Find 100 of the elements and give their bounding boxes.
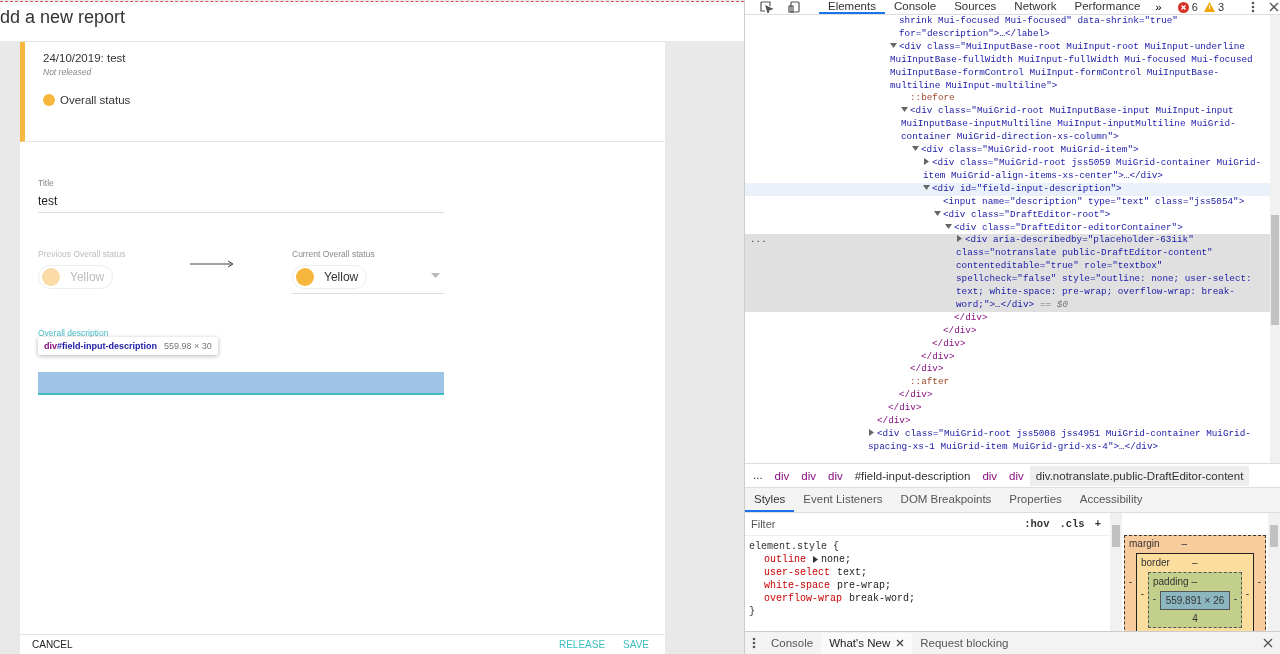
css-value[interactable]: break-word;: [849, 592, 916, 605]
css-value[interactable]: pre-wrap;: [837, 579, 892, 592]
expand-toggle-icon[interactable]: [901, 106, 908, 114]
close-icon[interactable]: [896, 639, 905, 647]
styles-tab[interactable]: Accessibility: [1070, 488, 1152, 512]
style-toolbar-button[interactable]: :hov: [1019, 518, 1055, 530]
expand-toggle-icon[interactable]: [813, 556, 818, 563]
breadcrumb[interactable]: #field-input-description: [848, 465, 977, 486]
release-state: Not released: [43, 67, 93, 77]
css-value[interactable]: none;: [821, 553, 852, 566]
title-field[interactable]: test: [38, 194, 444, 208]
status-chip[interactable]: Yellow: [292, 265, 368, 289]
menu-icon[interactable]: [1251, 1, 1255, 13]
css-brace: }: [749, 605, 756, 618]
scrollbar[interactable]: [1270, 15, 1280, 463]
pseudo-element[interactable]: ::before: [745, 92, 1270, 106]
closing-tag: </div>: [745, 415, 1270, 428]
inspect-icon[interactable]: [760, 1, 774, 13]
drawer-tab[interactable]: Console: [763, 632, 822, 654]
expand-toggle-icon[interactable]: [923, 183, 930, 191]
devtools-tab[interactable]: Sources: [945, 0, 1006, 14]
scrollbar-thumb[interactable]: [1271, 215, 1279, 325]
menu-icon[interactable]: [752, 637, 756, 649]
devtools-tab[interactable]: Console: [884, 0, 946, 14]
closing-tag: </div>: [745, 350, 1270, 364]
styles-tab[interactable]: Properties: [1000, 488, 1071, 512]
caret-icon: [431, 272, 440, 278]
style-toolbar-button[interactable]: +: [1089, 518, 1106, 530]
box-value: 4: [1191, 612, 1199, 626]
pseudo-element[interactable]: ::after: [745, 376, 1270, 390]
css-value[interactable]: text;: [837, 566, 868, 579]
box-value: -: [1151, 592, 1158, 604]
scrollbar[interactable]: [1110, 513, 1122, 631]
breadcrumb[interactable]: ...: [747, 464, 769, 487]
closing-tag: </div>: [745, 311, 1270, 325]
styles-tab[interactable]: Event Listeners: [794, 488, 892, 512]
box-label: border: [1141, 557, 1170, 568]
closing-tag: </div>: [745, 324, 1270, 338]
drawer-tab[interactable]: Request blocking: [912, 632, 1017, 654]
closing-tag: </div>: [745, 363, 1270, 377]
dom-node[interactable]: <div class="MuiGrid-root MuiInputBase-input MuiInput-input MuiInputBase-inputMultiline MuiInput-inputMultiline MuiGrid-container MuiGrid-direction-xs-column">: [745, 105, 1270, 145]
box-label: padding: [1153, 576, 1189, 587]
report-title: 24/10/2019: test: [43, 52, 127, 64]
style-toolbar-button[interactable]: .cls: [1054, 518, 1090, 530]
dom-node[interactable]: <div class="MuiGrid-root jss5008 jss4951 MuiGrid-container MuiGrid-spacing-xs-1 MuiGrid-item MuiGrid-grid-xs-4">…</div>: [745, 428, 1270, 454]
device-icon[interactable]: [788, 1, 800, 13]
scrollbar-thumb[interactable]: [1112, 525, 1120, 547]
breadcrumb[interactable]: div: [768, 465, 796, 486]
styles-tab[interactable]: Styles: [745, 488, 795, 512]
status-select[interactable]: Yellow: [292, 261, 444, 294]
close-icon[interactable]: [1269, 2, 1279, 12]
field-label: Current Overall status: [292, 249, 375, 259]
devtools-tab[interactable]: Network: [1005, 0, 1066, 14]
closing-tag: </div>: [745, 337, 1270, 351]
field-label: Title: [38, 178, 54, 188]
devtools-tab[interactable]: Performance: [1065, 0, 1150, 14]
field-label: Previous Overall status: [38, 249, 126, 259]
box-value: -: [1232, 592, 1239, 604]
css-property[interactable]: outline: [764, 553, 806, 566]
breadcrumb[interactable]: div: [976, 465, 1004, 486]
status-chip: Yellow: [38, 265, 114, 289]
warning-count[interactable]: 3: [1217, 1, 1224, 13]
breadcrumb[interactable]: div.notranslate.public-DraftEditor-content: [1029, 465, 1250, 486]
scrollbar[interactable]: [1268, 513, 1280, 631]
css-property[interactable]: overflow-wrap: [764, 592, 842, 605]
error-count[interactable]: 6: [1191, 1, 1198, 13]
devtools-tab[interactable]: Elements: [819, 0, 885, 14]
dom-node[interactable]: <div class="MuiGrid-root MuiGrid-item">: [745, 144, 1270, 157]
error-icon: [1177, 1, 1189, 13]
css-property[interactable]: user-select: [764, 566, 830, 579]
drawer-tab[interactable]: What's New: [821, 632, 913, 654]
dom-node[interactable]: <div class="MuiInputBase-root MuiInput-root MuiInput-underline MuiInputBase-fullWidth MuiInput-fullWidth Mui-focused Mui-focused MuiInputBase-formControl MuiInput-formControl MuiInputBase-multiline MuiInput-multiline">: [745, 40, 1270, 93]
box-value: -: [1244, 587, 1251, 599]
expand-toggle-icon[interactable]: [890, 41, 897, 49]
arrow-icon: [190, 260, 234, 268]
status-label: Overall status: [60, 94, 131, 106]
dom-node[interactable]: <div class="MuiGrid-root jss5059 MuiGrid-container MuiGrid-item MuiGrid-align-items-xs-center">…</div>: [745, 156, 1270, 183]
scrollbar-thumb[interactable]: [1270, 525, 1278, 547]
styles-tab[interactable]: DOM Breakpoints: [891, 488, 1001, 512]
inspect-tooltip: div#field-input-description 559.98 × 30: [38, 337, 218, 355]
content-size: 559.891 × 26: [1160, 591, 1230, 610]
css-selector: element.style {: [749, 540, 840, 553]
warning-icon: [1203, 2, 1215, 12]
dom-node[interactable]: shrink Mui-focused Mui-focused" data-shrink="true" for="description">…</label>: [745, 15, 1270, 41]
dom-node[interactable]: <div class="DraftEditor-root">: [745, 208, 1270, 222]
close-icon[interactable]: [1263, 638, 1273, 648]
footer-button[interactable]: CANCEL: [32, 635, 73, 650]
dom-node[interactable]: <div id="field-input-description">: [745, 182, 1270, 196]
breadcrumb[interactable]: div: [822, 465, 849, 486]
breadcrumb[interactable]: div: [1003, 465, 1030, 486]
description-field[interactable]: [38, 372, 444, 395]
box-label: margin: [1129, 538, 1160, 549]
dom-node[interactable]: ... <div aria-describedby="placeholder-63iik" class="notranslate public-DraftEditor-content" contenteditable="true" role="textbox" spellcheck="false" style="outline: none; user-select: text; white-space: pre-wrap; overflow-wrap: break-word;">…</div> == $0: [745, 234, 1270, 312]
expand-toggle-icon[interactable]: [868, 429, 875, 436]
dom-node[interactable]: <div class="DraftEditor-editorContainer">: [745, 221, 1270, 235]
css-property[interactable]: white-space: [764, 579, 830, 592]
dom-node[interactable]: <input name="description" type="text" class="jss5054">: [745, 195, 1270, 209]
box-value: -: [1139, 587, 1146, 599]
more-tabs-button[interactable]: »: [1149, 0, 1168, 14]
breadcrumb[interactable]: div: [795, 465, 822, 486]
